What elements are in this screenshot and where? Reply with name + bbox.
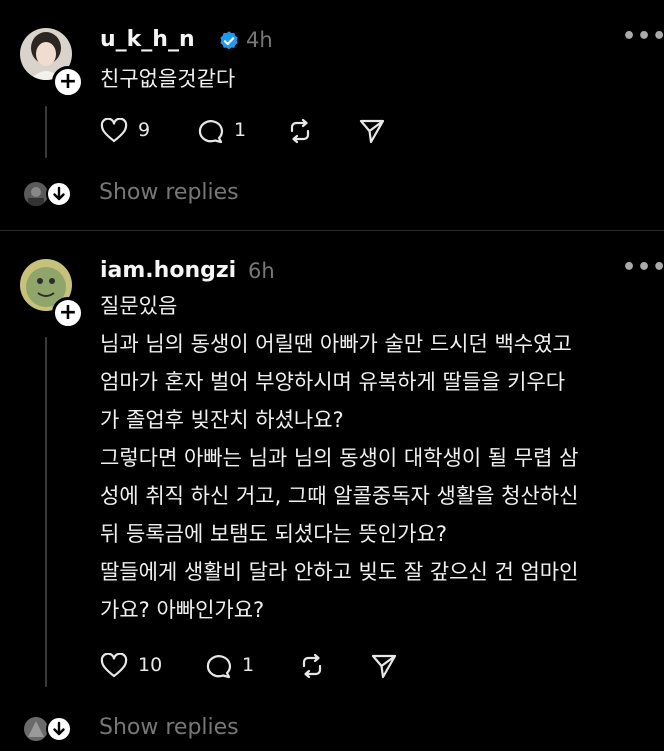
timestamp: 6h <box>248 259 275 283</box>
reply-avatar <box>24 182 48 206</box>
comment-line: 그렇다면 아빠는 님과 님의 동생이 대학생이 될 무렵 삼 <box>100 446 579 470</box>
reply-count: 1 <box>234 119 247 141</box>
show-replies-row[interactable]: Show replies <box>0 709 664 749</box>
repost-icon <box>302 653 322 679</box>
show-replies-link[interactable]: Show replies <box>99 715 239 740</box>
arrow-down-icon[interactable] <box>46 716 72 742</box>
verified-badge-icon <box>220 31 238 50</box>
repost-button[interactable] <box>298 651 328 681</box>
follow-plus-icon[interactable]: + <box>52 297 84 329</box>
username[interactable]: u_k_h_n <box>100 27 195 52</box>
comment-line: 친구없을것같다 <box>100 67 236 91</box>
username[interactable]: iam.hongzi <box>100 258 236 283</box>
comment-line: 딸들에게 생활비 달라 안하고 빚도 잘 갚으신 건 엄마인 <box>100 560 579 584</box>
show-replies-row[interactable]: Show replies <box>0 174 664 214</box>
like-button[interactable]: 10 <box>100 651 170 681</box>
reply-count: 1 <box>242 654 255 676</box>
send-icon <box>359 119 385 144</box>
comment-text: 친구없을것같다 <box>100 60 235 98</box>
comment-line: 질문있음 <box>100 294 178 318</box>
comment-line: 뒤 등록금에 보탬도 되셨다는 뜻인가요? <box>100 522 447 546</box>
send-icon <box>371 654 397 679</box>
thread-line <box>45 106 47 158</box>
comment-2: + iam.hongzi 6h ••• 질문있음 님과 님의 동생이 어릴땐 아… <box>0 231 664 751</box>
arrow-down-icon[interactable] <box>46 181 72 207</box>
action-bar: 9 1 <box>100 116 400 146</box>
heart-icon <box>100 118 128 143</box>
like-count: 10 <box>138 654 163 676</box>
reply-button[interactable]: 1 <box>204 651 264 681</box>
comment-line: 가요? 아빠인가요? <box>100 598 265 622</box>
comment-line: 님과 님의 동생이 어릴땐 아빠가 술만 드시던 백수였고 <box>100 332 572 356</box>
like-count: 9 <box>138 119 151 141</box>
thread-line <box>45 337 47 687</box>
comment-icon <box>198 120 224 144</box>
repost-icon <box>290 118 310 144</box>
more-options-icon[interactable]: ••• <box>622 24 664 49</box>
comment-1: + u_k_h_n 4h ••• 친구없을것같다 9 1 Show replie… <box>0 0 664 230</box>
follow-plus-icon[interactable]: + <box>52 66 84 98</box>
show-replies-link[interactable]: Show replies <box>99 180 239 205</box>
comment-line: 엄마가 혼자 벌어 부양하시며 유복하게 딸들을 키우다 <box>100 370 566 394</box>
comment-line: 가 졸업후 빚잔치 하셨나요? <box>100 408 344 432</box>
comment-line: 성에 취직 하신 거고, 그때 알콜중독자 생활을 청산하신 <box>100 484 579 508</box>
action-bar: 10 1 <box>100 651 400 681</box>
comment-text: 질문있음 님과 님의 동생이 어릴땐 아빠가 술만 드시던 백수였고 엄마가 혼… <box>100 287 578 629</box>
heart-icon <box>100 653 128 678</box>
like-button[interactable]: 9 <box>100 116 160 146</box>
reply-avatar <box>24 717 48 741</box>
comment-icon <box>206 655 232 679</box>
repost-button[interactable] <box>286 116 316 146</box>
timestamp: 4h <box>246 28 273 52</box>
reply-button[interactable]: 1 <box>196 116 256 146</box>
share-button[interactable] <box>370 651 400 681</box>
share-button[interactable] <box>358 116 388 146</box>
more-options-icon[interactable]: ••• <box>622 255 664 280</box>
